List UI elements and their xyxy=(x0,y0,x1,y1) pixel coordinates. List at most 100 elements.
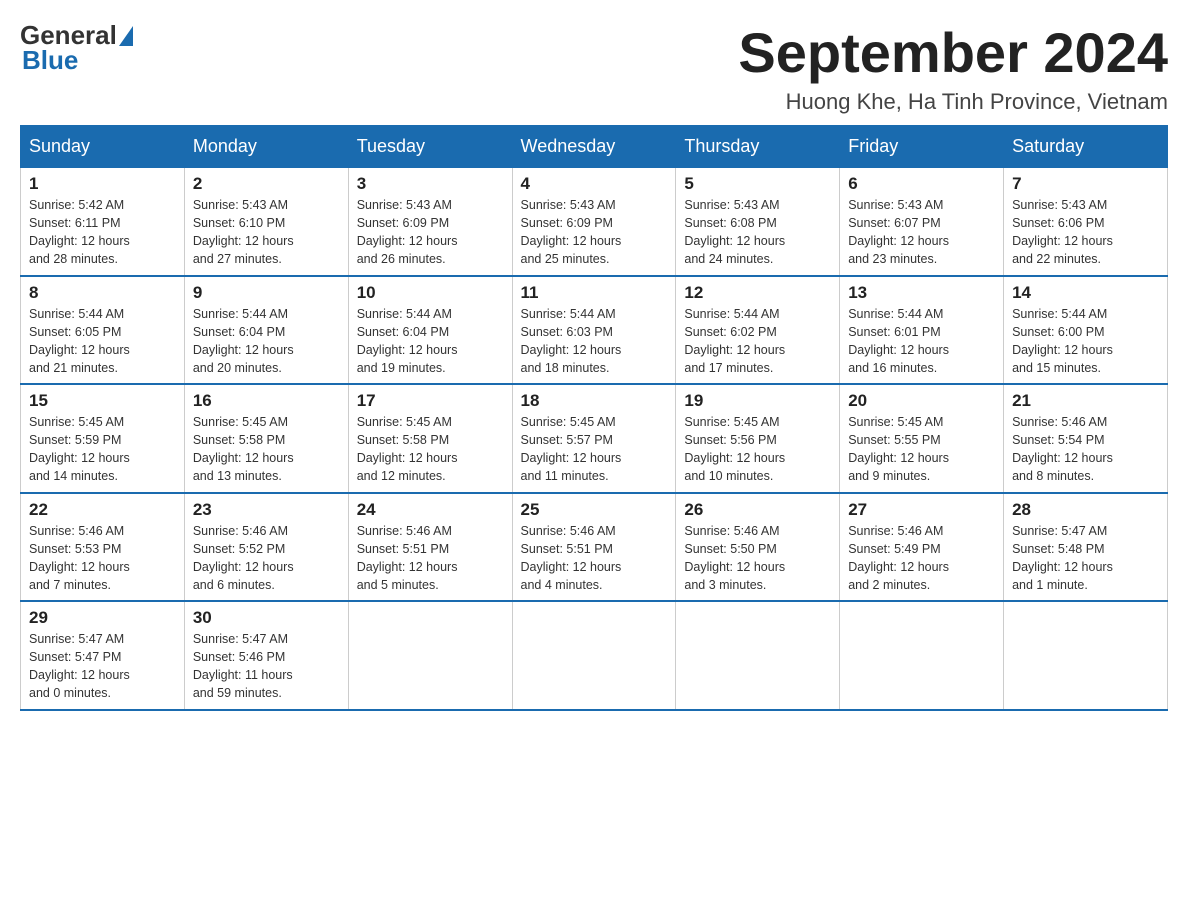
day-number: 13 xyxy=(848,283,995,303)
weekday-header-friday: Friday xyxy=(840,126,1004,168)
calendar-cell: 20Sunrise: 5:45 AMSunset: 5:55 PMDayligh… xyxy=(840,384,1004,493)
calendar-cell: 4Sunrise: 5:43 AMSunset: 6:09 PMDaylight… xyxy=(512,168,676,276)
day-number: 9 xyxy=(193,283,340,303)
logo-triangle-icon xyxy=(119,26,133,46)
day-info: Sunrise: 5:45 AMSunset: 5:58 PMDaylight:… xyxy=(357,413,504,486)
day-info: Sunrise: 5:43 AMSunset: 6:07 PMDaylight:… xyxy=(848,196,995,269)
day-info: Sunrise: 5:46 AMSunset: 5:49 PMDaylight:… xyxy=(848,522,995,595)
day-info: Sunrise: 5:43 AMSunset: 6:09 PMDaylight:… xyxy=(521,196,668,269)
day-info: Sunrise: 5:44 AMSunset: 6:04 PMDaylight:… xyxy=(357,305,504,378)
day-number: 17 xyxy=(357,391,504,411)
calendar-cell: 9Sunrise: 5:44 AMSunset: 6:04 PMDaylight… xyxy=(184,276,348,385)
day-info: Sunrise: 5:47 AMSunset: 5:48 PMDaylight:… xyxy=(1012,522,1159,595)
calendar-cell xyxy=(676,601,840,710)
day-info: Sunrise: 5:43 AMSunset: 6:06 PMDaylight:… xyxy=(1012,196,1159,269)
day-number: 7 xyxy=(1012,174,1159,194)
day-info: Sunrise: 5:45 AMSunset: 5:58 PMDaylight:… xyxy=(193,413,340,486)
day-number: 24 xyxy=(357,500,504,520)
day-number: 26 xyxy=(684,500,831,520)
calendar-cell: 2Sunrise: 5:43 AMSunset: 6:10 PMDaylight… xyxy=(184,168,348,276)
calendar-cell: 22Sunrise: 5:46 AMSunset: 5:53 PMDayligh… xyxy=(21,493,185,602)
calendar-cell: 18Sunrise: 5:45 AMSunset: 5:57 PMDayligh… xyxy=(512,384,676,493)
day-number: 11 xyxy=(521,283,668,303)
day-number: 27 xyxy=(848,500,995,520)
weekday-header-monday: Monday xyxy=(184,126,348,168)
calendar-cell: 14Sunrise: 5:44 AMSunset: 6:00 PMDayligh… xyxy=(1004,276,1168,385)
calendar-cell: 27Sunrise: 5:46 AMSunset: 5:49 PMDayligh… xyxy=(840,493,1004,602)
day-info: Sunrise: 5:43 AMSunset: 6:10 PMDaylight:… xyxy=(193,196,340,269)
calendar-cell: 21Sunrise: 5:46 AMSunset: 5:54 PMDayligh… xyxy=(1004,384,1168,493)
day-info: Sunrise: 5:45 AMSunset: 5:57 PMDaylight:… xyxy=(521,413,668,486)
day-info: Sunrise: 5:46 AMSunset: 5:50 PMDaylight:… xyxy=(684,522,831,595)
day-info: Sunrise: 5:44 AMSunset: 6:01 PMDaylight:… xyxy=(848,305,995,378)
day-number: 30 xyxy=(193,608,340,628)
calendar-cell: 1Sunrise: 5:42 AMSunset: 6:11 PMDaylight… xyxy=(21,168,185,276)
calendar-cell: 13Sunrise: 5:44 AMSunset: 6:01 PMDayligh… xyxy=(840,276,1004,385)
day-info: Sunrise: 5:47 AMSunset: 5:46 PMDaylight:… xyxy=(193,630,340,703)
day-info: Sunrise: 5:44 AMSunset: 6:03 PMDaylight:… xyxy=(521,305,668,378)
day-info: Sunrise: 5:44 AMSunset: 6:02 PMDaylight:… xyxy=(684,305,831,378)
logo: General Blue xyxy=(20,20,135,76)
day-number: 10 xyxy=(357,283,504,303)
weekday-header-sunday: Sunday xyxy=(21,126,185,168)
day-info: Sunrise: 5:46 AMSunset: 5:52 PMDaylight:… xyxy=(193,522,340,595)
calendar-cell: 26Sunrise: 5:46 AMSunset: 5:50 PMDayligh… xyxy=(676,493,840,602)
day-info: Sunrise: 5:45 AMSunset: 5:56 PMDaylight:… xyxy=(684,413,831,486)
calendar-cell: 3Sunrise: 5:43 AMSunset: 6:09 PMDaylight… xyxy=(348,168,512,276)
day-number: 20 xyxy=(848,391,995,411)
calendar-cell: 10Sunrise: 5:44 AMSunset: 6:04 PMDayligh… xyxy=(348,276,512,385)
calendar-cell: 29Sunrise: 5:47 AMSunset: 5:47 PMDayligh… xyxy=(21,601,185,710)
day-info: Sunrise: 5:46 AMSunset: 5:51 PMDaylight:… xyxy=(357,522,504,595)
day-number: 14 xyxy=(1012,283,1159,303)
day-number: 18 xyxy=(521,391,668,411)
weekday-header-wednesday: Wednesday xyxy=(512,126,676,168)
day-number: 29 xyxy=(29,608,176,628)
weekday-header-tuesday: Tuesday xyxy=(348,126,512,168)
calendar-cell: 11Sunrise: 5:44 AMSunset: 6:03 PMDayligh… xyxy=(512,276,676,385)
day-info: Sunrise: 5:43 AMSunset: 6:08 PMDaylight:… xyxy=(684,196,831,269)
calendar-cell xyxy=(840,601,1004,710)
calendar-cell: 19Sunrise: 5:45 AMSunset: 5:56 PMDayligh… xyxy=(676,384,840,493)
calendar-cell: 17Sunrise: 5:45 AMSunset: 5:58 PMDayligh… xyxy=(348,384,512,493)
week-row-5: 29Sunrise: 5:47 AMSunset: 5:47 PMDayligh… xyxy=(21,601,1168,710)
day-number: 15 xyxy=(29,391,176,411)
day-info: Sunrise: 5:44 AMSunset: 6:05 PMDaylight:… xyxy=(29,305,176,378)
weekday-header-thursday: Thursday xyxy=(676,126,840,168)
day-info: Sunrise: 5:42 AMSunset: 6:11 PMDaylight:… xyxy=(29,196,176,269)
week-row-3: 15Sunrise: 5:45 AMSunset: 5:59 PMDayligh… xyxy=(21,384,1168,493)
day-number: 21 xyxy=(1012,391,1159,411)
day-info: Sunrise: 5:45 AMSunset: 5:55 PMDaylight:… xyxy=(848,413,995,486)
location-text: Huong Khe, Ha Tinh Province, Vietnam xyxy=(738,89,1168,115)
calendar-cell: 12Sunrise: 5:44 AMSunset: 6:02 PMDayligh… xyxy=(676,276,840,385)
day-number: 5 xyxy=(684,174,831,194)
calendar-cell: 30Sunrise: 5:47 AMSunset: 5:46 PMDayligh… xyxy=(184,601,348,710)
calendar-cell: 16Sunrise: 5:45 AMSunset: 5:58 PMDayligh… xyxy=(184,384,348,493)
calendar-cell xyxy=(1004,601,1168,710)
day-number: 23 xyxy=(193,500,340,520)
calendar-table: SundayMondayTuesdayWednesdayThursdayFrid… xyxy=(20,125,1168,711)
month-title: September 2024 xyxy=(738,20,1168,85)
day-info: Sunrise: 5:46 AMSunset: 5:54 PMDaylight:… xyxy=(1012,413,1159,486)
calendar-cell xyxy=(512,601,676,710)
calendar-cell: 7Sunrise: 5:43 AMSunset: 6:06 PMDaylight… xyxy=(1004,168,1168,276)
calendar-cell: 8Sunrise: 5:44 AMSunset: 6:05 PMDaylight… xyxy=(21,276,185,385)
page-header: General Blue September 2024 Huong Khe, H… xyxy=(20,20,1168,115)
day-number: 6 xyxy=(848,174,995,194)
week-row-4: 22Sunrise: 5:46 AMSunset: 5:53 PMDayligh… xyxy=(21,493,1168,602)
calendar-cell: 25Sunrise: 5:46 AMSunset: 5:51 PMDayligh… xyxy=(512,493,676,602)
day-info: Sunrise: 5:46 AMSunset: 5:53 PMDaylight:… xyxy=(29,522,176,595)
day-number: 2 xyxy=(193,174,340,194)
day-number: 12 xyxy=(684,283,831,303)
week-row-2: 8Sunrise: 5:44 AMSunset: 6:05 PMDaylight… xyxy=(21,276,1168,385)
day-number: 4 xyxy=(521,174,668,194)
weekday-header-saturday: Saturday xyxy=(1004,126,1168,168)
calendar-cell: 28Sunrise: 5:47 AMSunset: 5:48 PMDayligh… xyxy=(1004,493,1168,602)
day-info: Sunrise: 5:46 AMSunset: 5:51 PMDaylight:… xyxy=(521,522,668,595)
day-info: Sunrise: 5:44 AMSunset: 6:00 PMDaylight:… xyxy=(1012,305,1159,378)
day-number: 28 xyxy=(1012,500,1159,520)
day-info: Sunrise: 5:44 AMSunset: 6:04 PMDaylight:… xyxy=(193,305,340,378)
calendar-cell: 15Sunrise: 5:45 AMSunset: 5:59 PMDayligh… xyxy=(21,384,185,493)
calendar-cell xyxy=(348,601,512,710)
day-info: Sunrise: 5:45 AMSunset: 5:59 PMDaylight:… xyxy=(29,413,176,486)
week-row-1: 1Sunrise: 5:42 AMSunset: 6:11 PMDaylight… xyxy=(21,168,1168,276)
